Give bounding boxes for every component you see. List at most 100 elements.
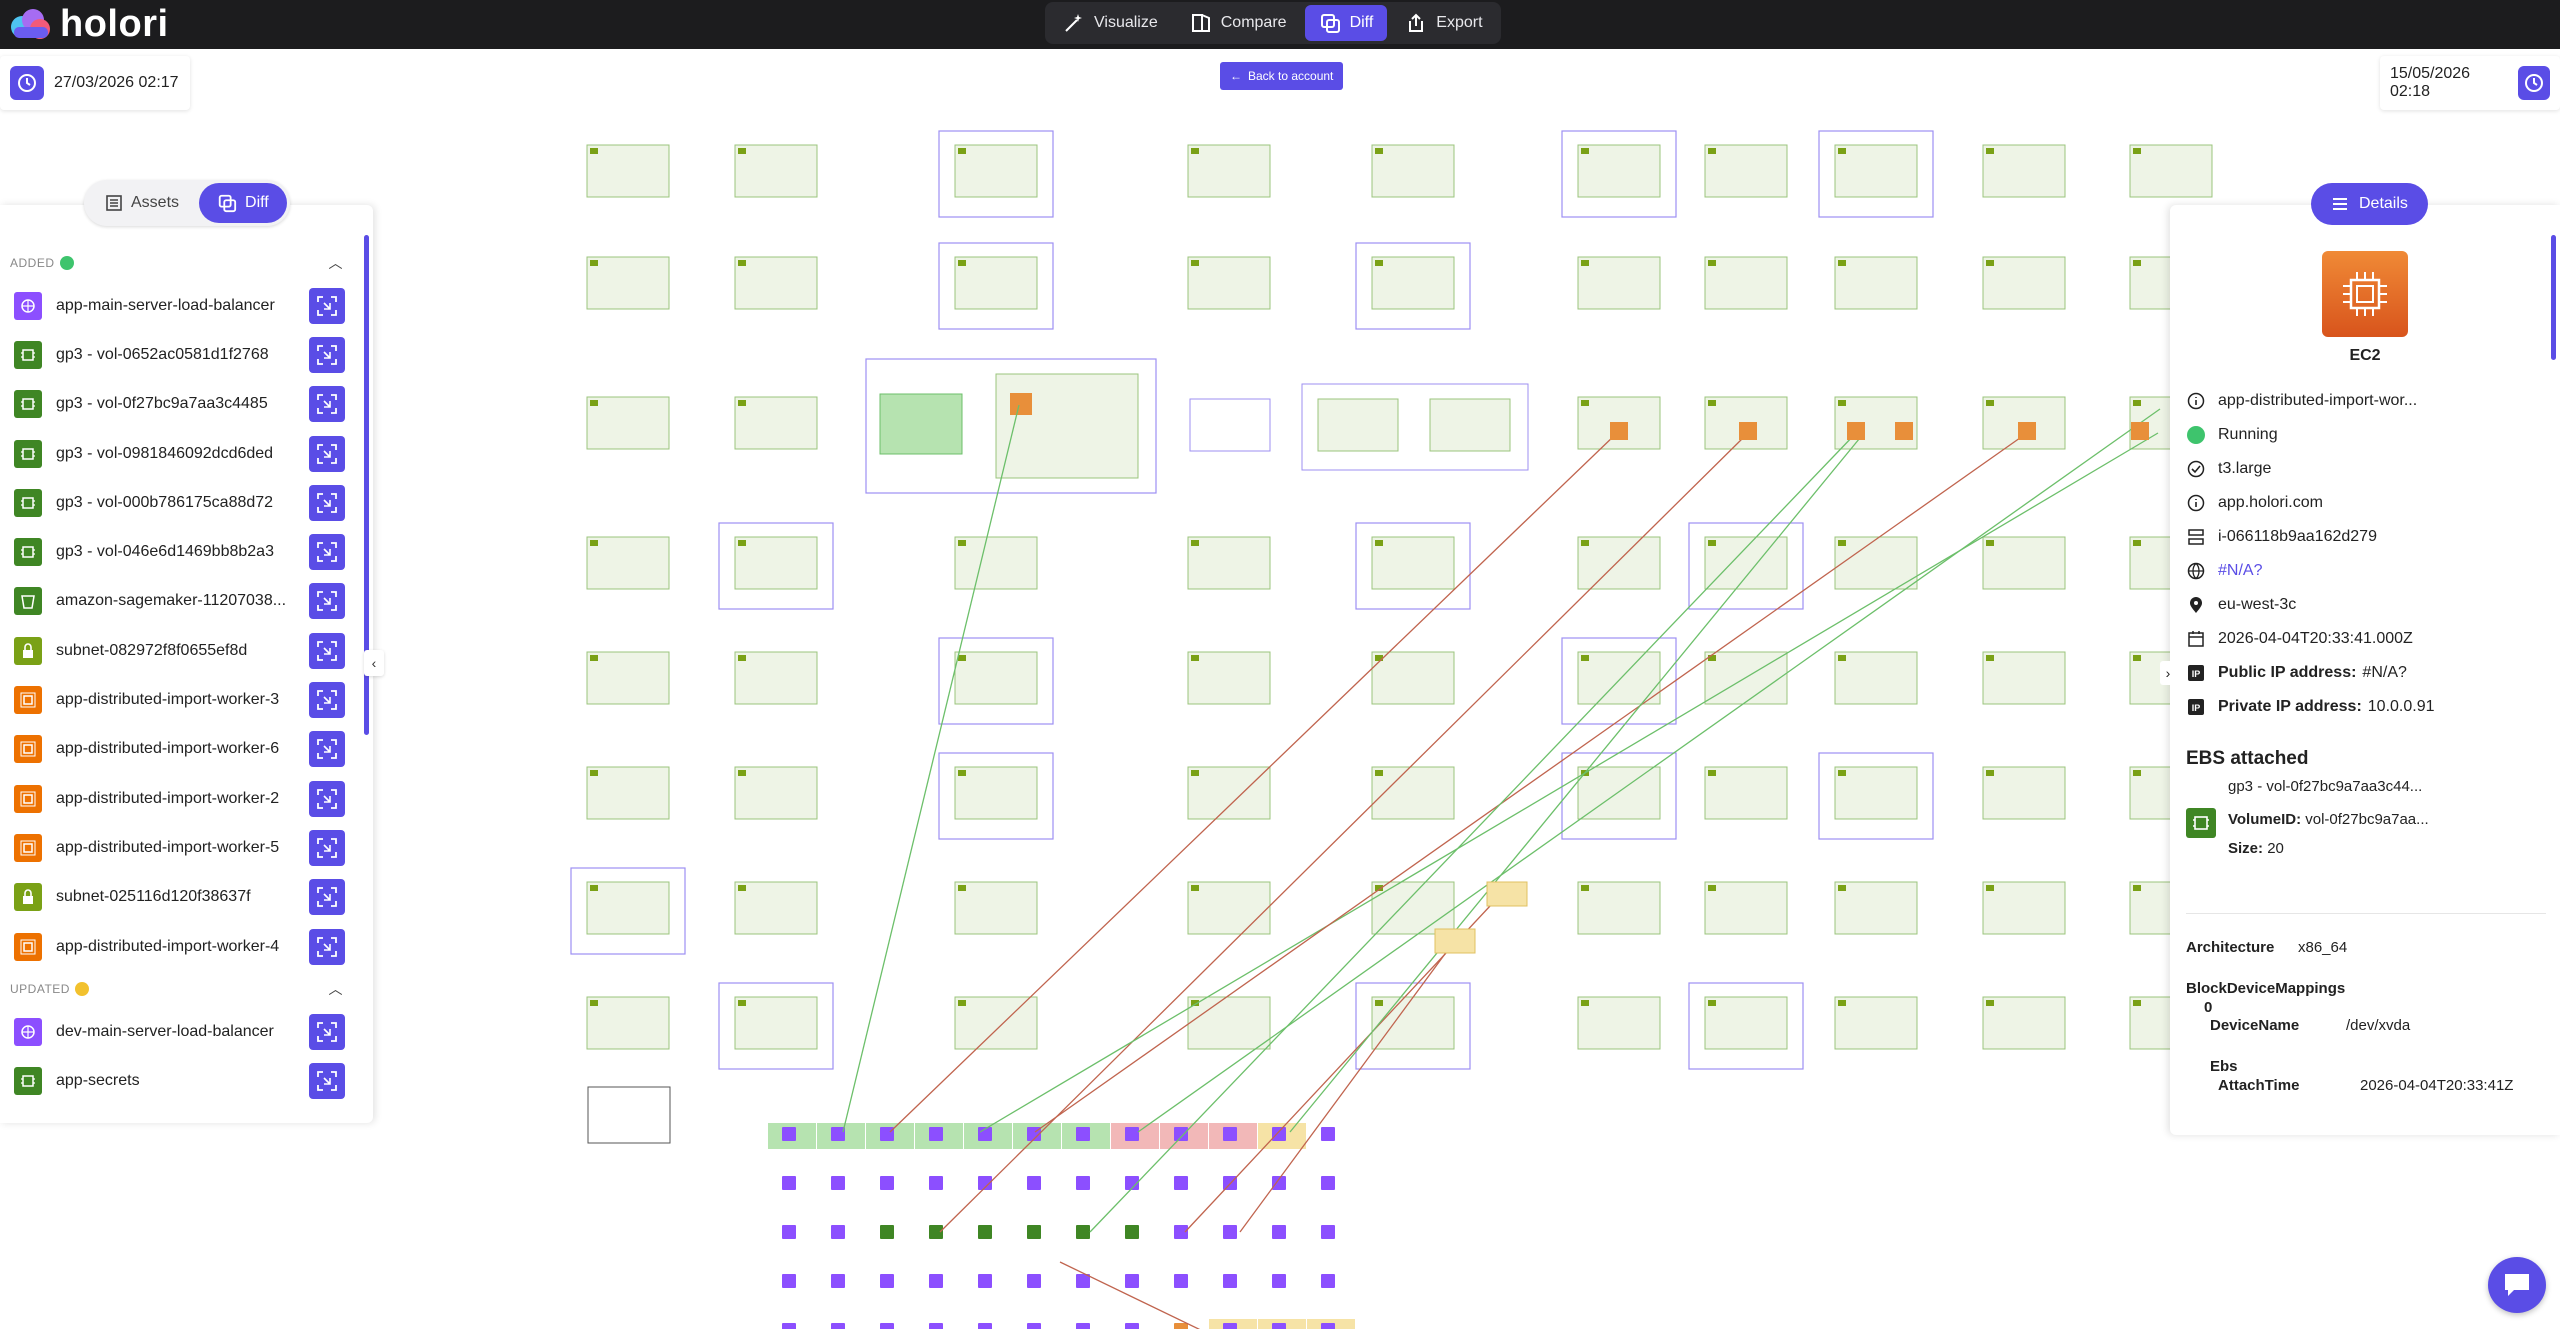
nav-visualize[interactable]: Visualize [1049, 5, 1172, 41]
subnet-node [1704, 144, 1788, 198]
subnet-lock-icon [1708, 770, 1716, 776]
after-date-chip[interactable]: 15/05/2026 02:18 [2380, 56, 2560, 110]
details-button[interactable]: Details [2311, 183, 2428, 225]
ebs-volume-icon [14, 538, 42, 567]
ebs-key-label: Ebs [2210, 1058, 2238, 1075]
check-circle-icon [2186, 459, 2206, 479]
diff-list-item[interactable]: subnet-025116d120f38637f [0, 873, 373, 922]
resource-node-icon [1174, 1274, 1188, 1288]
diff-list-item[interactable]: app-distributed-import-worker-4 [0, 922, 373, 971]
expand-panel-button[interactable]: › [2160, 661, 2176, 685]
ebs-volume-row: VolumeID: vol-0f27bc9a7aa... [2228, 811, 2429, 828]
diff-item-label: gp3 - vol-000b786175ca88d72 [56, 493, 274, 511]
subnet-node [586, 536, 670, 590]
focus-resource-icon[interactable] [309, 583, 345, 620]
focus-resource-icon[interactable] [309, 435, 345, 472]
subnet-node [1577, 996, 1661, 1050]
details-scrollbar[interactable] [2551, 235, 2556, 360]
subnet-lock-icon [590, 540, 598, 546]
device-name: /dev/xvda [2346, 1017, 2411, 1034]
diff-list-item[interactable]: gp3 - vol-046e6d1469bb8b2a3 [0, 527, 373, 576]
collapse-panel-button[interactable]: ‹ [364, 650, 384, 676]
focus-resource-icon[interactable] [309, 386, 345, 423]
subnet-lock-icon [1191, 148, 1199, 154]
subnet-lock-icon [14, 636, 42, 665]
nav-compare[interactable]: Compare [1176, 5, 1301, 41]
back-to-account-button[interactable]: ← Back to account [1220, 62, 1344, 90]
subnet-lock-icon [1838, 770, 1846, 776]
focus-resource-icon[interactable] [309, 731, 345, 768]
details-panel: EC2 app-distributed-import-wor... Runnin… [2170, 205, 2560, 1135]
tab-assets[interactable]: Assets [87, 183, 197, 223]
resource-node-icon [929, 1274, 943, 1288]
focus-resource-icon[interactable] [309, 879, 345, 916]
focus-resource-icon[interactable] [309, 1063, 345, 1100]
subnet-lock-icon [738, 770, 746, 776]
resource-link[interactable]: #N/A? [2218, 562, 2262, 580]
nav-diff[interactable]: Diff [1304, 5, 1388, 41]
subnet-node [1187, 536, 1271, 590]
subnet-lock-icon [738, 148, 746, 154]
prop-public-ip: IP Public IP address: #N/A? [2186, 661, 2407, 685]
focus-resource-icon[interactable] [309, 928, 345, 965]
diff-list-item[interactable]: gp3 - vol-0f27bc9a7aa3c4485 [0, 380, 373, 429]
focus-resource-icon[interactable] [309, 682, 345, 719]
subnet-node [1371, 996, 1455, 1050]
diff-list-item[interactable]: app-distributed-import-worker-3 [0, 675, 373, 724]
diff-list-item[interactable]: gp3 - vol-0652ac0581d1f2768 [0, 330, 373, 379]
diff-list-item[interactable]: app-main-server-load-balancer [0, 281, 373, 330]
focus-resource-icon[interactable] [309, 1013, 345, 1050]
focus-resource-icon[interactable] [309, 287, 345, 324]
diff-list-item[interactable]: app-distributed-import-worker-5 [0, 823, 373, 872]
resource-node-icon [782, 1176, 796, 1190]
resource-node-icon [1272, 1127, 1286, 1141]
resource-node-icon [929, 1176, 943, 1190]
diff-list-item[interactable]: amazon-sagemaker-11207038... [0, 577, 373, 626]
chat-support-button[interactable] [2488, 1257, 2546, 1313]
diff-list-item[interactable]: subnet-082972f8f0655ef8d [0, 626, 373, 675]
holori-logo[interactable]: holori [8, 4, 169, 44]
instance-id: i-066118b9aa162d279 [2218, 528, 2377, 545]
focus-resource-icon[interactable] [309, 534, 345, 571]
ebs-volume-icon [14, 488, 42, 517]
section-updated-header[interactable]: UPDATED ︿ [0, 971, 373, 1007]
resource-node-icon [1027, 1274, 1041, 1288]
focus-resource-icon[interactable] [309, 632, 345, 669]
diff-item-label: subnet-025116d120f38637f [56, 888, 251, 906]
ec2-instance-icon [14, 833, 42, 862]
subnet-lock-icon [1375, 148, 1383, 154]
diff-list-item[interactable]: gp3 - vol-000b786175ca88d72 [0, 478, 373, 527]
diff-item-label: amazon-sagemaker-11207038... [56, 592, 287, 610]
resource-node-icon [880, 1176, 894, 1190]
tab-diff[interactable]: Diff [199, 183, 287, 223]
focus-resource-icon[interactable] [309, 829, 345, 866]
history-icon[interactable] [10, 66, 44, 100]
diff-list-item[interactable]: app-distributed-import-worker-2 [0, 774, 373, 823]
subnet-node [1982, 766, 2066, 820]
resource-status: Running [2218, 426, 2278, 443]
focus-resource-icon[interactable] [309, 336, 345, 373]
diff-list-item[interactable]: app-secrets [0, 1056, 373, 1105]
private-ip: 10.0.0.91 [2367, 698, 2435, 715]
diff-list-item[interactable]: dev-main-server-load-balancer [0, 1007, 373, 1056]
focus-resource-icon[interactable] [309, 780, 345, 817]
subnet-lock-icon [958, 260, 966, 266]
diff-list-item[interactable]: gp3 - vol-0981846092dcd6ded [0, 429, 373, 478]
resource-node-icon [880, 1225, 894, 1239]
resource-node-icon [1321, 1127, 1335, 1141]
ec2-instance-icon [1895, 422, 1913, 440]
diff-list-item[interactable]: app-distributed-import-worker-6 [0, 725, 373, 774]
section-added-header[interactable]: ADDED ︿ [0, 245, 373, 281]
chevron-up-icon[interactable]: ︿ [329, 253, 344, 273]
updated-node [1434, 928, 1476, 954]
subnet-lock-icon [1375, 655, 1383, 661]
prop-link[interactable]: #N/A? [2186, 559, 2262, 583]
nav-export[interactable]: Export [1391, 5, 1496, 41]
before-date-chip[interactable]: 27/03/2026 02:17 [0, 56, 190, 110]
architecture-value: x86_64 [2298, 939, 2348, 956]
chevron-up-icon[interactable]: ︿ [329, 979, 344, 999]
subnet-lock-icon [2133, 400, 2141, 406]
focus-resource-icon[interactable] [309, 484, 345, 521]
history-icon[interactable] [2517, 66, 2550, 100]
subnet-lock-icon [738, 885, 746, 891]
